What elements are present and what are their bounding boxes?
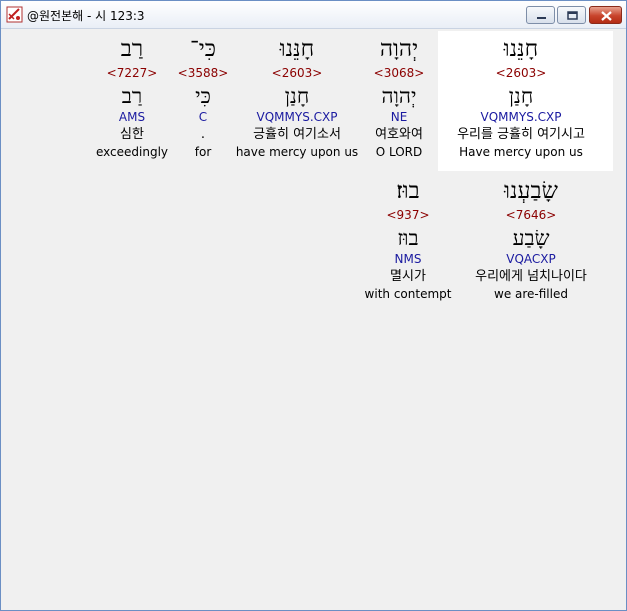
hebrew-lemma: בוּז: [397, 226, 419, 250]
minimize-icon: [537, 17, 546, 19]
word-column[interactable]: חָנֵּנוּ <2603> חָנַן VQMMYS.CXP 우리를 긍휼히…: [457, 35, 585, 160]
english-gloss: for: [194, 145, 212, 159]
app-window: @원전본해 - 시 123:3 חָנֵּנוּ <2603> חָנַן VQ…: [0, 0, 627, 611]
morphology-code[interactable]: VQACXP: [475, 251, 587, 267]
hebrew-lemma: חָנַן: [284, 84, 310, 108]
minimize-button[interactable]: [526, 6, 555, 24]
hebrew-word: חָנֵּנוּ: [503, 36, 539, 62]
hebrew-word: בוּז׃: [396, 178, 420, 204]
english-gloss: exceedingly: [95, 145, 169, 159]
hebrew-word: יְהוָה: [379, 36, 419, 62]
word-column[interactable]: יְהוָה <3068> יְהוָה NE 여호와여 O LORD: [374, 35, 425, 160]
korean-gloss: 우리를 긍휼히 여기시고: [457, 127, 585, 142]
word-column[interactable]: שָׂבַעְנוּ <7646> שָׂבַע VQACXP 우리에게 넘치나…: [475, 177, 587, 302]
english-gloss: with contempt: [364, 287, 452, 301]
hebrew-word: חָנֵּנוּ: [279, 36, 315, 62]
korean-gloss: 우리에게 넘치나이다: [475, 269, 587, 284]
korean-gloss: .: [200, 127, 206, 142]
word-column[interactable]: רַב <7227> רַב AMS 심한 exceedingly: [96, 35, 168, 160]
morphology-code[interactable]: VQMMYS.CXP: [236, 109, 358, 125]
word-column[interactable]: חָנֵּנוּ <2603> חָנַן VQMMYS.CXP 긍휼히 여기소…: [236, 35, 358, 160]
maximize-button[interactable]: [557, 6, 586, 24]
english-gloss: we are-filled: [494, 287, 568, 301]
window-title: @원전본해 - 시 123:3: [27, 9, 145, 23]
english-gloss: have mercy upon us: [235, 145, 359, 159]
strong-number[interactable]: <7646>: [475, 207, 587, 223]
close-button[interactable]: [589, 6, 622, 24]
maximize-icon: [567, 11, 578, 20]
korean-gloss: 긍휼히 여기소서: [253, 127, 341, 142]
hebrew-word: שָׂבַעְנוּ: [504, 178, 558, 204]
hebrew-lemma: יְהוָה: [381, 84, 417, 108]
strong-number[interactable]: <2603>: [236, 65, 358, 81]
korean-gloss: 심한: [120, 127, 144, 142]
title-bar[interactable]: @원전본해 - 시 123:3: [1, 1, 626, 29]
strong-number[interactable]: <3068>: [374, 65, 425, 81]
english-gloss: Have mercy upon us: [459, 145, 583, 159]
morphology-code[interactable]: NMS: [365, 251, 452, 267]
hebrew-word: רַב: [120, 36, 144, 62]
morphology-code[interactable]: VQMMYS.CXP: [457, 109, 585, 125]
english-gloss: O LORD: [375, 145, 423, 159]
hebrew-lemma: שָׂבַע: [512, 226, 550, 250]
strong-number[interactable]: <7227>: [96, 65, 168, 81]
interlinear-view[interactable]: חָנֵּנוּ <2603> חָנַן VQMMYS.CXP 우리를 긍휼히…: [4, 31, 623, 608]
hebrew-word: כִּי־: [189, 36, 217, 62]
strong-number[interactable]: <2603>: [457, 65, 585, 81]
morphology-code[interactable]: AMS: [96, 109, 168, 125]
hebrew-lemma: חָנַן: [508, 84, 534, 108]
hebrew-lemma: כִּי: [195, 84, 211, 108]
korean-gloss: 여호와여: [375, 127, 423, 142]
strong-number[interactable]: <937>: [365, 207, 452, 223]
hebrew-lemma: רַב: [121, 84, 143, 108]
korean-gloss: 멸시가: [390, 269, 426, 284]
close-icon: [601, 11, 612, 21]
word-column[interactable]: כִּי־ <3588> כִּי C . for: [178, 35, 229, 160]
bible-app-icon[interactable]: [6, 6, 23, 23]
morphology-code[interactable]: NE: [374, 109, 425, 125]
morphology-code[interactable]: C: [178, 109, 229, 125]
word-column[interactable]: בוּז׃ <937> בוּז NMS 멸시가 with contempt: [365, 177, 452, 302]
strong-number[interactable]: <3588>: [178, 65, 229, 81]
